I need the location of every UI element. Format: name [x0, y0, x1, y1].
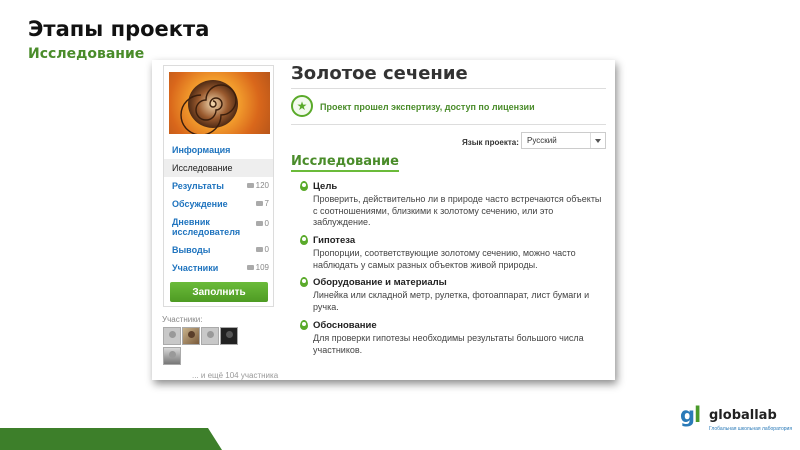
- item-text: Линейка или складной метр, рулетка, фото…: [313, 290, 590, 312]
- chevron-down-icon: [590, 133, 605, 148]
- language-select[interactable]: Русский: [521, 132, 606, 149]
- participant-avatars: [163, 327, 263, 367]
- sidebar-item-discussion[interactable]: Обсуждение 7: [164, 195, 273, 213]
- more-participants-link[interactable]: ... и ещё 104 участника: [192, 371, 278, 380]
- chart-icon: [246, 183, 254, 189]
- diary-count: 0: [255, 219, 269, 229]
- sidebar-nav: Информация Исследование Результаты 120 О…: [164, 141, 273, 277]
- avatar[interactable]: [163, 327, 181, 345]
- sidebar-item-information[interactable]: Информация: [164, 141, 273, 159]
- slide-subtitle: Исследование: [28, 46, 145, 62]
- sidebar-item-label: Дневник исследователя: [172, 217, 241, 237]
- language-label: Язык проекта:: [462, 138, 519, 147]
- sidebar-item-conclusions[interactable]: Выводы 0: [164, 241, 273, 259]
- sidebar-item-diary[interactable]: Дневник исследователя 0: [164, 213, 273, 241]
- avatar[interactable]: [182, 327, 200, 345]
- avatar[interactable]: [201, 327, 219, 345]
- project-sidebar: Информация Исследование Результаты 120 О…: [163, 65, 274, 318]
- item-title: Оборудование и материалы: [313, 277, 447, 288]
- item-text: Для проверки гипотезы необходимы результ…: [313, 333, 584, 355]
- fill-questionnaire-button[interactable]: Заполнить анкету: [170, 282, 268, 318]
- sidebar-item-research[interactable]: Исследование: [164, 159, 273, 177]
- sidebar-item-label: Информация: [172, 145, 231, 155]
- comment-icon: [255, 221, 263, 227]
- logo-mark: gl: [680, 403, 701, 427]
- status-divider: [291, 124, 606, 125]
- item-title: Гипотеза: [313, 235, 356, 246]
- expertise-status: Проект прошел экспертизу, доступ по лице…: [320, 102, 535, 112]
- results-count: 120: [246, 177, 269, 195]
- star-badge-icon: ★: [291, 95, 313, 117]
- sidebar-item-label: Участники: [172, 263, 219, 273]
- comment-icon: [255, 201, 263, 207]
- footer-band: [0, 428, 222, 450]
- comment-icon: [255, 247, 263, 253]
- logo-name: globallab: [709, 408, 777, 423]
- item-title: Обоснование: [313, 320, 377, 331]
- title-divider: [291, 88, 606, 89]
- project-cover-image: [169, 72, 270, 134]
- globallab-logo: gl globallab Глобальная школьная лаборат…: [680, 403, 792, 443]
- logo-tagline: Глобальная школьная лаборатория: [709, 426, 793, 432]
- map-pin-icon: [300, 277, 308, 287]
- map-pin-icon: [300, 181, 308, 191]
- sidebar-item-label: Обсуждение: [172, 199, 228, 209]
- map-pin-icon: [300, 235, 308, 245]
- item-text: Проверить, действительно ли в природе ча…: [313, 194, 602, 227]
- item-text: Пропорции, соответствующие золотому сече…: [313, 248, 576, 270]
- sidebar-item-label: Выводы: [172, 245, 211, 255]
- people-icon: [246, 265, 254, 271]
- sidebar-item-label: Исследование: [172, 163, 233, 173]
- sidebar-item-results[interactable]: Результаты 120: [164, 177, 273, 195]
- discussion-count: 7: [255, 195, 269, 213]
- language-select-value: Русский: [527, 136, 557, 145]
- map-pin-icon: [300, 320, 308, 330]
- sidebar-item-participants[interactable]: Участники 109: [164, 259, 273, 277]
- conclusions-count: 0: [255, 241, 269, 259]
- slide-title: Этапы проекта: [28, 17, 210, 41]
- section-heading: Исследование: [291, 154, 399, 172]
- avatar[interactable]: [220, 327, 238, 345]
- sidebar-item-label: Результаты: [172, 181, 224, 191]
- participants-count: 109: [246, 259, 269, 277]
- project-page-screenshot: Информация Исследование Результаты 120 О…: [152, 60, 615, 380]
- nautilus-shell-icon: [180, 80, 238, 134]
- avatar[interactable]: [163, 347, 181, 365]
- participants-label: Участники:: [162, 315, 203, 324]
- project-title: Золотое сечение: [291, 63, 468, 84]
- item-title: Цель: [313, 181, 338, 192]
